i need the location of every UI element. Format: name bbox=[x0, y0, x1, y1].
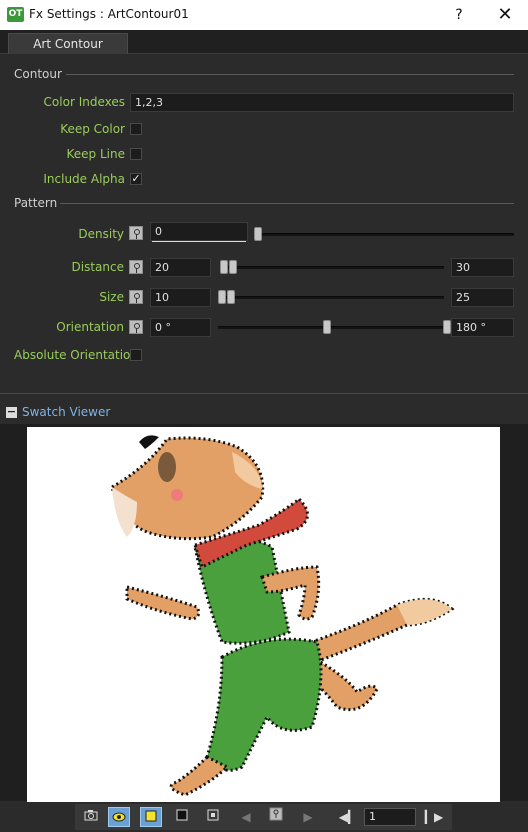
camera-icon[interactable] bbox=[80, 807, 102, 827]
preview-toggle-icon[interactable] bbox=[108, 807, 130, 827]
orientation-lock-icon[interactable] bbox=[129, 320, 143, 334]
orientation-label: Orientation bbox=[56, 320, 124, 334]
contour-divider bbox=[66, 74, 514, 75]
lock-toggle-icon[interactable] bbox=[265, 807, 287, 827]
window-title: Fx Settings : ArtContour01 bbox=[29, 7, 189, 21]
prev-frame-icon[interactable]: ◀▎ bbox=[337, 807, 359, 827]
density-lock-icon[interactable] bbox=[129, 226, 143, 240]
distance-max-handle[interactable] bbox=[229, 260, 237, 274]
orientation-max-field[interactable]: 180 ° bbox=[451, 318, 514, 337]
distance-min-handle[interactable] bbox=[220, 260, 228, 274]
pattern-heading: Pattern bbox=[14, 196, 58, 210]
app-logo-icon: OT bbox=[7, 7, 24, 22]
size-max-handle[interactable] bbox=[227, 290, 235, 304]
size-lock-icon[interactable] bbox=[129, 290, 143, 304]
orientation-slider-track[interactable] bbox=[218, 326, 446, 329]
swatch-viewer-title[interactable]: Swatch Viewer bbox=[22, 405, 110, 419]
previous-icon[interactable]: ◀ bbox=[235, 807, 257, 827]
collapse-icon[interactable]: − bbox=[6, 406, 17, 418]
density-slider-track[interactable] bbox=[258, 233, 514, 236]
density-field-underline bbox=[152, 241, 246, 242]
viewer-toolbar: ◀ ▶ ◀▎ 1 ▎▶ bbox=[75, 804, 452, 830]
orientation-max-handle[interactable] bbox=[443, 320, 451, 334]
size-label: Size bbox=[99, 290, 124, 304]
pattern-divider bbox=[60, 203, 514, 204]
keep-color-checkbox[interactable] bbox=[130, 123, 142, 135]
keep-line-checkbox[interactable] bbox=[130, 148, 142, 160]
include-alpha-checkbox[interactable]: ✓ bbox=[130, 173, 142, 185]
yellow-bg-toggle-icon[interactable] bbox=[140, 807, 162, 827]
distance-label: Distance bbox=[71, 260, 124, 274]
next-icon[interactable]: ▶ bbox=[297, 807, 319, 827]
running-fox-illustration bbox=[110, 435, 455, 797]
include-alpha-label: Include Alpha bbox=[43, 172, 125, 186]
contour-heading: Contour bbox=[14, 67, 62, 81]
density-slider-handle[interactable] bbox=[254, 227, 262, 241]
distance-min-field[interactable]: 20 bbox=[150, 258, 211, 277]
keep-line-label: Keep Line bbox=[66, 147, 125, 161]
orientation-min-field[interactable]: 0 ° bbox=[150, 318, 211, 337]
help-button[interactable]: ? bbox=[436, 0, 482, 30]
black-bg-toggle-icon[interactable] bbox=[171, 807, 193, 827]
checker-bg-toggle-icon[interactable] bbox=[202, 807, 224, 827]
absolute-orientation-label: Absolute Orientation bbox=[14, 348, 139, 362]
title-bar: OT Fx Settings : ArtContour01 ? ✕ bbox=[0, 0, 528, 30]
size-min-handle[interactable] bbox=[218, 290, 226, 304]
distance-slider-track[interactable] bbox=[220, 266, 444, 269]
absolute-orientation-checkbox[interactable] bbox=[130, 349, 142, 361]
swatch-viewer-header: − Swatch Viewer bbox=[0, 402, 528, 422]
color-indexes-field[interactable]: 1,2,3 bbox=[130, 93, 514, 112]
tab-art-contour[interactable]: Art Contour bbox=[8, 33, 128, 54]
panel-divider bbox=[0, 393, 528, 394]
next-frame-icon[interactable]: ▎▶ bbox=[423, 807, 445, 827]
keep-color-label: Keep Color bbox=[60, 122, 125, 136]
density-field[interactable]: 0 bbox=[150, 222, 248, 241]
size-max-field[interactable]: 25 bbox=[451, 288, 514, 307]
orientation-min-handle[interactable] bbox=[323, 320, 331, 334]
size-slider-track[interactable] bbox=[220, 296, 444, 299]
tab-strip: Art Contour bbox=[0, 30, 528, 54]
frame-field[interactable]: 1 bbox=[364, 808, 416, 826]
distance-lock-icon[interactable] bbox=[129, 260, 143, 274]
distance-max-field[interactable]: 30 bbox=[451, 258, 514, 277]
preview-canvas[interactable] bbox=[27, 427, 500, 802]
density-label: Density bbox=[78, 227, 124, 241]
color-indexes-label: Color Indexes bbox=[43, 95, 125, 109]
close-button[interactable]: ✕ bbox=[482, 0, 528, 30]
size-min-field[interactable]: 10 bbox=[150, 288, 211, 307]
